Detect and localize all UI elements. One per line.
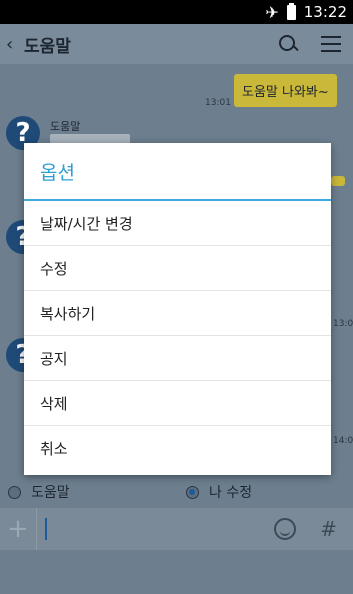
radio-icon[interactable] — [8, 485, 21, 499]
plus-button[interactable]: + — [0, 508, 37, 550]
option-delete[interactable]: 삭제 — [24, 381, 331, 426]
send-as-option-me[interactable]: 나 수정 — [186, 482, 252, 502]
option-cancel[interactable]: 취소 — [24, 426, 331, 471]
message-time: 14:03 — [333, 436, 353, 446]
send-as-label: 나 수정 — [209, 485, 253, 501]
send-as-option-help[interactable]: 도움말 — [8, 482, 70, 502]
message-input[interactable] — [37, 508, 274, 550]
my-message-bubble[interactable]: 도움말 나와봐~ — [234, 74, 337, 107]
send-as-label: 도움말 — [31, 485, 70, 501]
app-bar: ‹ 도움말 — [0, 24, 353, 64]
status-bar: ✈ 13:22 — [0, 0, 353, 24]
message-time: 13:01 — [205, 98, 231, 108]
chat-title: 도움말 — [24, 36, 71, 57]
hashtag-button[interactable]: # — [320, 517, 337, 541]
message-time: 13:03 — [333, 319, 353, 329]
option-notice[interactable]: 공지 — [24, 336, 331, 381]
bottom-area — [0, 550, 353, 594]
emoji-icon[interactable] — [274, 518, 297, 540]
status-time: 13:22 — [303, 3, 347, 21]
radio-selected-icon[interactable] — [186, 485, 199, 499]
sender-name: 도움말 — [50, 120, 81, 133]
option-change-datetime[interactable]: 날짜/시간 변경 — [24, 201, 331, 246]
search-icon[interactable] — [277, 33, 299, 55]
send-as-selector: 도움말 나 수정 — [0, 478, 353, 506]
battery-icon — [286, 2, 296, 20]
airplane-mode-icon: ✈ — [265, 2, 279, 22]
option-copy[interactable]: 복사하기 — [24, 291, 331, 336]
my-message-bubble-edge — [331, 176, 345, 186]
dialog-title: 옵션 — [24, 143, 331, 201]
text-cursor — [45, 518, 47, 540]
options-dialog: 옵션 날짜/시간 변경 수정 복사하기 공지 삭제 취소 — [24, 143, 331, 475]
option-edit[interactable]: 수정 — [24, 246, 331, 291]
menu-icon[interactable] — [321, 36, 341, 52]
back-icon[interactable]: ‹ — [0, 34, 24, 55]
input-bar: + # — [0, 508, 353, 550]
